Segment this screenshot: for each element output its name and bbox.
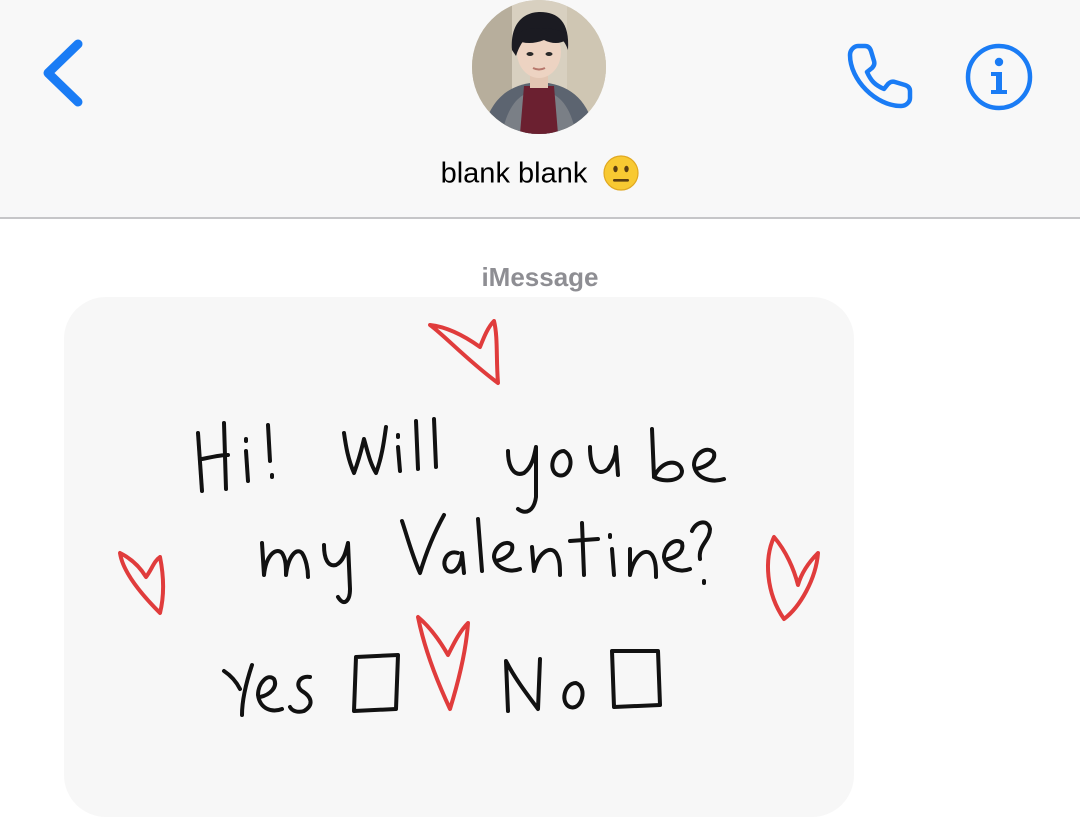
info-icon (965, 43, 1033, 111)
heart-doodle-left (118, 551, 165, 615)
heart-doodle-top (428, 319, 500, 385)
service-label: iMessage (481, 262, 599, 292)
audio-call-button[interactable] (844, 40, 916, 112)
chevron-left-icon (43, 39, 83, 107)
handwritten-valentine-note (118, 319, 820, 717)
neutral-face-emoji-icon (603, 155, 639, 191)
contact-avatar[interactable] (472, 0, 606, 134)
contact-name-text: blank blank (440, 157, 588, 190)
heart-doodle-right (766, 535, 820, 621)
image-message-bubble[interactable] (64, 297, 854, 817)
back-button[interactable] (36, 36, 96, 112)
phone-icon (847, 43, 913, 109)
avatar-photo (472, 0, 606, 134)
conversation-header: blank blank (0, 0, 1080, 219)
info-button[interactable] (964, 42, 1034, 112)
heart-doodle-bottom (416, 615, 470, 711)
contact-name[interactable]: blank blank (0, 150, 1080, 195)
